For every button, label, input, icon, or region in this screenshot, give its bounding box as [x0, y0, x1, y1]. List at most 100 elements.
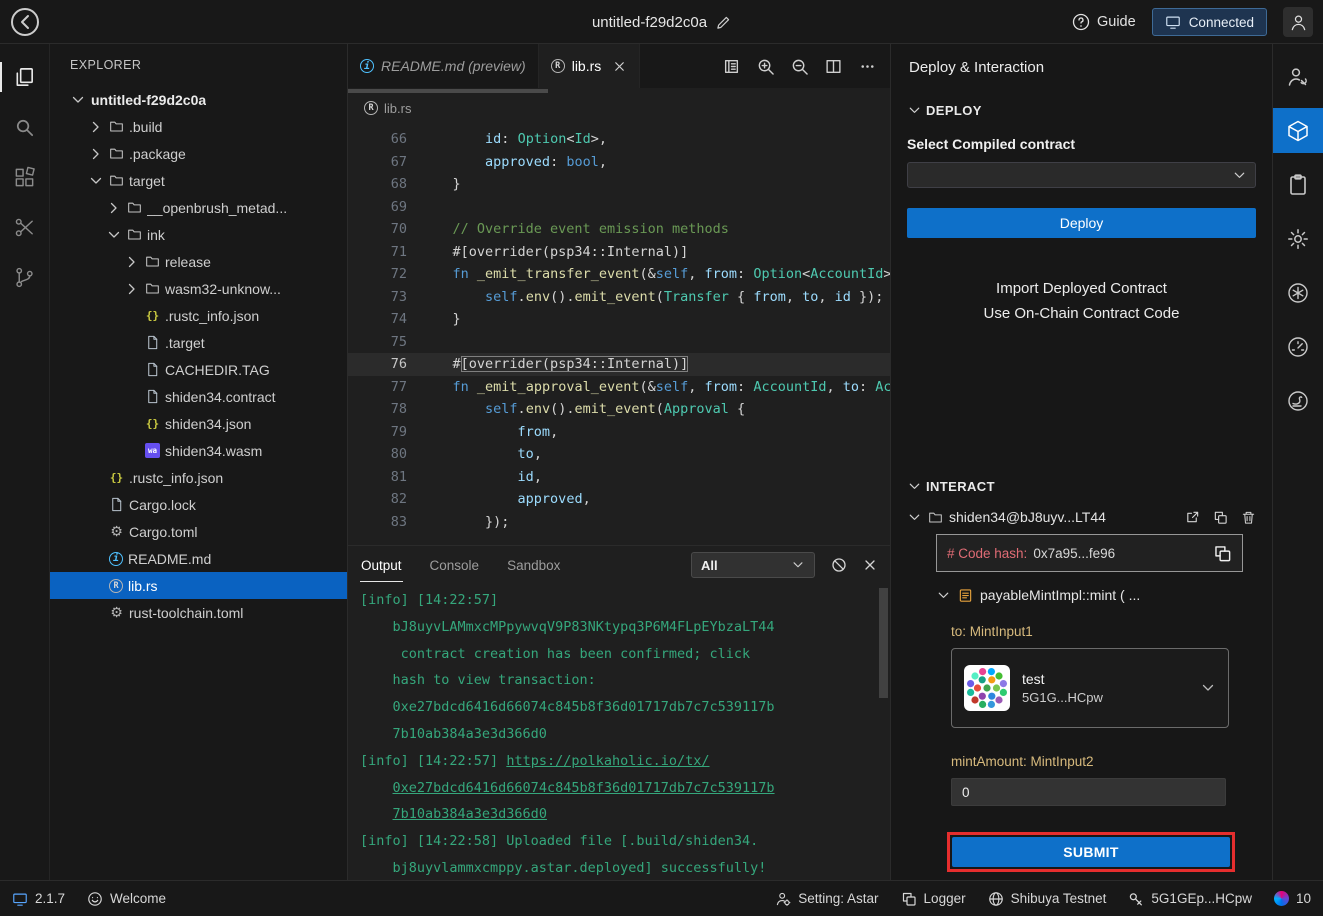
mint-method-row[interactable]: payableMintImpl::mint ( ... [936, 582, 1256, 608]
activity-scissors-button[interactable] [0, 206, 50, 248]
close-icon[interactable] [862, 557, 878, 573]
deploy-section-header[interactable]: DEPLOY [907, 98, 1256, 122]
tree-item-wasm32-unknow[interactable]: wasm32-unknow... [50, 275, 347, 302]
status-label: Welcome [110, 891, 166, 906]
tab-readme-preview[interactable]: README.md (preview) [348, 44, 539, 88]
compiled-contract-select[interactable] [907, 162, 1256, 188]
log-link[interactable]: https://polkaholic.io/tx/ [506, 753, 709, 769]
tree-item-untitled-f29d2c0a[interactable]: untitled-f29d2c0a [50, 86, 347, 113]
rail-gauge-button[interactable] [1273, 324, 1323, 369]
more-icon[interactable] [859, 58, 876, 75]
zoom-in-icon[interactable] [757, 58, 774, 75]
tree-item-build[interactable]: .build [50, 113, 347, 140]
open-external-icon[interactable] [1185, 510, 1200, 525]
account-select[interactable]: test 5G1G...HCpw [951, 648, 1229, 728]
connected-button[interactable]: Connected [1152, 8, 1267, 36]
deploy-section-label: DEPLOY [926, 103, 982, 118]
code-content: fn _emit_approval_event(&self, from: Acc… [420, 376, 890, 399]
zoom-out-icon[interactable] [791, 58, 808, 75]
tree-item-cachedir-tag[interactable]: CACHEDIR.TAG [50, 356, 347, 383]
tree-item-release[interactable]: release [50, 248, 347, 275]
activity-extensions-button[interactable] [0, 156, 50, 198]
tree-item-shiden34-json[interactable]: shiden34.json [50, 410, 347, 437]
output-filter-select[interactable]: All [691, 552, 815, 578]
rail-deploy-box-button[interactable] [1273, 108, 1323, 153]
tree-item-rustc-info-json[interactable]: .rustc_info.json [50, 302, 347, 329]
activity-git-branch-button[interactable] [0, 256, 50, 298]
status-2-1-7[interactable]: 2.1.7 [12, 891, 65, 907]
submit-highlight-annotation: SUBMIT [947, 832, 1235, 872]
tree-item-cargo-lock[interactable]: Cargo.lock [50, 491, 347, 518]
status-setting-astar[interactable]: Setting: Astar [775, 891, 878, 907]
import-deployed-contract-link[interactable]: Import Deployed Contract [907, 280, 1256, 297]
code-line-77: 77 fn _emit_approval_event(&self, from: … [348, 376, 890, 399]
submit-button[interactable]: SUBMIT [952, 837, 1230, 867]
tree-item-target[interactable]: target [50, 167, 347, 194]
chevron-right-icon [88, 119, 104, 135]
line-number: 73 [348, 286, 407, 309]
use-onchain-code-link[interactable]: Use On-Chain Contract Code [907, 305, 1256, 322]
code-editor[interactable]: 66 id: Option<Id>,67 approved: bool,68 }… [348, 122, 890, 545]
log-link[interactable]: 0xe27bdcd6416d66074c845b8f36d01717db7c7c… [393, 780, 775, 796]
mint-amount-input[interactable] [951, 778, 1226, 806]
tree-item-readme-md[interactable]: README.md [50, 545, 347, 572]
tree-item-openbrush-metad[interactable]: __openbrush_metad... [50, 194, 347, 221]
interact-section-header[interactable]: INTERACT [907, 474, 1256, 498]
output-scrollbar[interactable] [879, 588, 888, 698]
code-line-76: 76 #[overrider(psp34::Internal)] [348, 353, 890, 376]
rename-pencil-icon[interactable] [716, 15, 731, 30]
rail-account-tools-button[interactable] [1273, 54, 1323, 99]
status-shibuya-testnet[interactable]: Shibuya Testnet [988, 891, 1107, 907]
connected-label: Connected [1189, 15, 1254, 30]
rail-clipboard-button[interactable] [1273, 162, 1323, 207]
tab-scrollbar[interactable] [348, 89, 548, 93]
layout-icon[interactable] [723, 58, 740, 75]
activity-search-button[interactable] [0, 106, 50, 148]
tree-item-shiden34-wasm[interactable]: shiden34.wasm [50, 437, 347, 464]
info-icon [360, 59, 374, 73]
status-10[interactable]: 10 [1274, 891, 1311, 906]
trash-icon[interactable] [1241, 510, 1256, 525]
contract-instance-row[interactable]: shiden34@bJ8uyv...LT44 [907, 504, 1256, 530]
tree-item-lib-rs[interactable]: lib.rs [50, 572, 347, 599]
split-editor-icon[interactable] [825, 58, 842, 75]
output-tab-output[interactable]: Output [360, 548, 403, 582]
tree-item-package[interactable]: .package [50, 140, 347, 167]
activity-files-button[interactable] [0, 56, 50, 98]
tree-item-ink[interactable]: ink [50, 221, 347, 248]
breadcrumb[interactable]: lib.rs [348, 94, 890, 122]
tree-item-rustc-info-json[interactable]: .rustc_info.json [50, 464, 347, 491]
tree-item-target[interactable]: .target [50, 329, 347, 356]
rail-gear-button[interactable] [1273, 216, 1323, 261]
log-text: [info] [14:22:58] Uploaded file [.build/… [360, 833, 758, 849]
copy-icon[interactable] [1213, 510, 1228, 525]
output-tab-console[interactable]: Console [429, 548, 481, 582]
folder-icon [127, 200, 142, 215]
status-5g1gep-hcpw[interactable]: 5G1GEp...HCpw [1128, 891, 1252, 907]
code-line-80: 80 to, [348, 443, 890, 466]
clear-icon[interactable] [831, 557, 847, 573]
tree-item-label: __openbrush_metad... [147, 200, 287, 216]
status-logger[interactable]: Logger [901, 891, 966, 907]
rail-ai-circle-button[interactable] [1273, 270, 1323, 315]
status-welcome[interactable]: Welcome [87, 891, 166, 907]
tree-item-shiden34-contract[interactable]: shiden34.contract [50, 383, 347, 410]
account-avatar-button[interactable] [1283, 7, 1313, 37]
guide-button[interactable]: Guide [1072, 13, 1136, 31]
welcome-icon [87, 891, 103, 907]
folder-icon [109, 119, 124, 134]
line-number: 82 [348, 488, 407, 511]
tree-item-label: .target [165, 335, 205, 351]
tree-item-cargo-toml[interactable]: Cargo.toml [50, 518, 347, 545]
rail-bird-button[interactable] [1273, 378, 1323, 423]
file-icon [145, 389, 160, 404]
copy-icon[interactable] [1213, 544, 1232, 563]
tree-item-label: .rustc_info.json [165, 308, 259, 324]
output-tab-sandbox[interactable]: Sandbox [506, 548, 561, 582]
close-icon[interactable] [612, 59, 627, 74]
tree-item-label: release [165, 254, 211, 270]
tab-lib-rs[interactable]: lib.rs [539, 44, 641, 88]
deploy-button[interactable]: Deploy [907, 208, 1256, 238]
tree-item-rust-toolchain-toml[interactable]: rust-toolchain.toml [50, 599, 347, 626]
log-link[interactable]: 7b10ab384a3e3d366d0 [393, 806, 547, 822]
